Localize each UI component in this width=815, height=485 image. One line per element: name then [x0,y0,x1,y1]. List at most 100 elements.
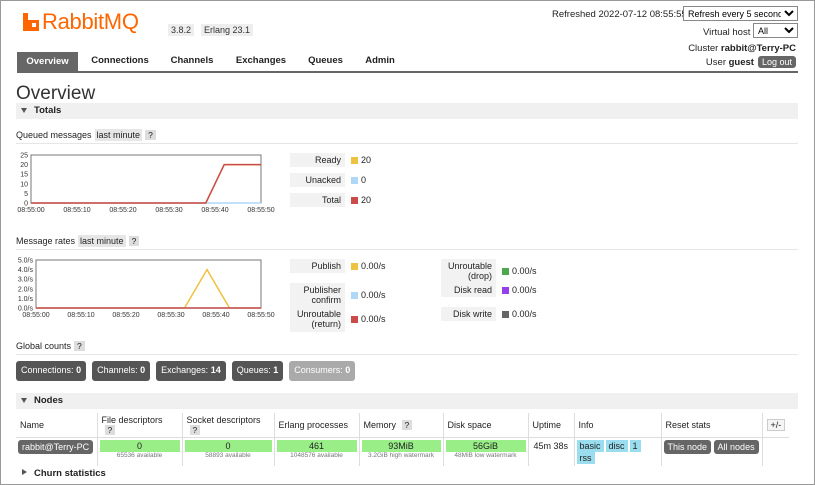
legend-label: Total [290,193,345,208]
x-tick-label: 08:55:40 [201,207,228,214]
help-icon[interactable]: ? [128,236,140,246]
y-tick-label: 1.0/s [18,296,34,303]
nodes-title: Nodes [34,395,64,406]
global-counts-buttons: Connections: 0 Channels: 0 Exchanges: 14… [16,361,361,381]
sd-bar: 0 [184,440,272,452]
y-tick-label: 5.0/s [18,258,34,265]
info-tag: basic [576,440,604,452]
legend-value: 0.00/s [512,266,537,277]
x-tick-label: 08:55:20 [109,207,136,214]
legend-label: Unacked [290,173,345,188]
col-uptime: Uptime [528,413,575,438]
legend-swatch [351,176,358,184]
y-tick-label: 15 [20,172,28,179]
reset-this-node-button[interactable]: This node [663,440,712,454]
rates-range-select[interactable]: last minute [78,235,126,247]
virtual-host-label: Virtual host [703,27,751,38]
nodes-section-header[interactable]: Nodes [16,393,798,409]
legend-swatch [351,196,358,204]
connections-count-button[interactable]: Connections: 0 [16,361,87,381]
channels-count-button[interactable]: Channels: 0 [92,361,151,381]
tab-channels[interactable]: Channels [161,52,223,71]
refresh-interval-select[interactable]: Refresh every 5 seconds [683,6,798,21]
reset-all-nodes-button[interactable]: All nodes [713,440,759,454]
help-icon[interactable]: ? [401,420,413,430]
legend-label: Disk write [441,307,496,322]
legend-swatch [351,262,358,270]
divider [16,249,798,250]
uptime-value: 45m 38s [528,437,575,466]
y-tick-label: 25 [20,153,28,160]
queued-range-select[interactable]: last minute [94,129,143,141]
virtual-host-select[interactable]: All [753,23,798,38]
erlang-badge: Erlang 23.1 [201,24,254,36]
browser-frame: RabbitMQ 3.8.2 Erlang 23.1 Refreshed 202… [0,0,815,485]
legend-label: Ready [290,153,345,168]
x-tick-label: 08:55:10 [67,312,94,319]
col-info: Info [574,413,662,438]
legend-swatch [502,286,509,294]
info-tag: disc [605,440,628,452]
x-tick-label: 08:55:50 [247,207,274,214]
page-title: Overview [16,83,96,104]
tab-admin[interactable]: Admin [352,52,408,71]
rabbitmq-logo[interactable]: RabbitMQ [23,9,139,35]
legend-swatch [351,156,358,164]
legend-label: Unroutable (drop) [441,259,496,284]
queued-legend-row: Ready 20 [290,153,372,168]
tab-exchanges[interactable]: Exchanges [223,52,299,71]
legend-swatch [351,291,358,299]
help-icon[interactable]: ? [189,425,201,435]
divider [16,143,798,144]
col-file-descriptors: File descriptors ? [97,413,183,438]
exchanges-count-button[interactable]: Exchanges: 14 [156,361,226,381]
rates-left-legend-row: Publish 0.00/s [290,259,386,274]
plot-frame [35,259,262,309]
help-icon[interactable]: ? [74,341,85,351]
tab-connections[interactable]: Connections [79,52,161,71]
x-tick-label: 08:55:40 [202,312,229,319]
help-icon[interactable]: ? [104,425,116,435]
totals-title: Totals [34,105,62,116]
churn-title: Churn statistics [34,468,106,479]
legend-value: 0.00/s [361,290,386,301]
legend-label: Unroutable (return) [290,307,345,332]
info-tag: 1 [629,440,641,452]
user-name: guest [728,56,754,68]
legend-label: Disk read [441,283,496,298]
tab-queues[interactable]: Queues [299,52,352,71]
rates-left-legend-row: Unroutable (return) 0.00/s [290,307,386,332]
main-nav: Overview Connections Channels Exchanges … [17,52,408,71]
tab-overview[interactable]: Overview [17,52,78,71]
queued-legend-row: Total 20 [290,193,371,208]
y-tick-label: 4.0/s [18,267,34,274]
rabbit-icon [23,13,39,31]
queues-count-button[interactable]: Queues: 1 [231,361,284,381]
y-tick-label: 20 [20,162,28,169]
rates-left-legend-row: Publisher confirm 0.00/s [290,283,386,308]
legend-swatch [502,310,509,318]
node-name-link[interactable]: rabbit@Terry-PC [18,440,94,454]
logout-button[interactable]: Log out [757,56,796,68]
queued-legend-row: Unacked 0 [290,173,367,188]
legend-value: 0.00/s [361,314,386,325]
help-icon[interactable]: ? [145,130,156,140]
legend-value: 0.00/s [512,309,537,320]
consumers-count-button[interactable]: Consumers: 0 [289,361,356,381]
rates-right-legend-row: Disk read 0.00/s [441,283,537,298]
legend-value: 0 [361,175,367,186]
expand-triangle-icon [22,469,27,475]
legend-label: Publisher confirm [290,283,345,308]
disk-bar: 56GiB [445,440,526,452]
info-tag: rss [576,452,595,464]
rates-right-legend-row: Disk write 0.00/s [441,307,537,322]
cluster-info: Cluster rabbit@Terry-PC [688,43,796,54]
legend-swatch [351,315,358,323]
totals-section-header[interactable]: Totals [16,103,798,119]
churn-section-header[interactable]: Churn statistics [16,466,798,482]
collapse-triangle-icon [21,398,27,403]
column-toggle-button[interactable]: +/- [766,419,786,431]
queued-messages-chart: 0 5 10 15 20 25 08:55:00 08:55:10 08:55:20 08:55:… [13,149,283,219]
y-tick-label: 3.0/s [18,277,34,284]
legend-value: 20 [361,155,372,166]
